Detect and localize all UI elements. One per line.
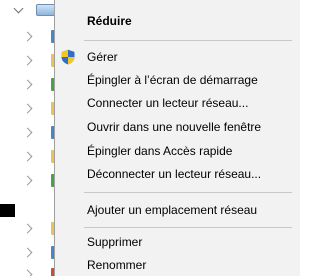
menu-item-open-new-window[interactable]: Ouvrir dans une nouvelle fenêtre	[55, 116, 300, 138]
chevron-right-icon[interactable]	[22, 223, 33, 234]
menu-separator	[84, 227, 292, 228]
menu-item-label: Supprimer	[87, 235, 143, 249]
menu-item-label: Renommer	[87, 258, 147, 272]
chevron-right-icon[interactable]	[22, 103, 33, 114]
occluding-block	[0, 204, 15, 217]
menu-item-collapse[interactable]: Réduire	[55, 10, 300, 32]
tree-row[interactable]	[0, 242, 55, 266]
menu-item-label: Déconnecter un lecteur réseau...	[87, 167, 262, 181]
chevron-right-icon[interactable]	[22, 247, 33, 258]
menu-item-label: Épingler dans Accès rapide	[87, 144, 233, 158]
menu-item-manage[interactable]: Gérer	[55, 46, 300, 68]
chevron-right-icon[interactable]	[22, 79, 33, 90]
tree-row[interactable]	[0, 50, 55, 74]
tree-row[interactable]	[0, 122, 55, 146]
chevron-down-icon[interactable]	[13, 3, 24, 14]
menu-item-label: Connecter un lecteur réseau...	[87, 96, 249, 110]
chevron-right-icon[interactable]	[22, 151, 33, 162]
menu-item-pin-quick-access[interactable]: Épingler dans Accès rapide	[55, 140, 300, 162]
menu-item-label: Gérer	[87, 50, 118, 64]
navigation-tree-pane	[0, 0, 56, 276]
tree-row[interactable]	[0, 146, 55, 170]
menu-item-add-network-location[interactable]: Ajouter un emplacement réseau	[55, 199, 300, 221]
tree-row-expanded[interactable]	[0, 0, 56, 24]
chevron-right-icon[interactable]	[22, 175, 33, 186]
tree-row[interactable]	[0, 218, 55, 242]
context-menu: Réduire Gérer Épingler à l’écran de déma…	[54, 0, 300, 276]
menu-item-disconnect-network-drive[interactable]: Déconnecter un lecteur réseau...	[55, 163, 300, 185]
chevron-right-icon[interactable]	[22, 269, 33, 276]
menu-item-label: Ouvrir dans une nouvelle fenêtre	[87, 120, 262, 134]
tree-row[interactable]	[0, 26, 55, 50]
menu-separator	[84, 40, 292, 41]
menu-item-pin-to-start[interactable]: Épingler à l’écran de démarrage	[55, 69, 300, 91]
computer-icon	[36, 4, 56, 16]
menu-item-label: Ajouter un emplacement réseau	[87, 203, 258, 217]
screenshot-stage: Réduire Gérer Épingler à l’écran de déma…	[0, 0, 300, 276]
tree-row[interactable]	[0, 264, 55, 276]
tree-row[interactable]	[0, 170, 55, 194]
menu-separator	[84, 192, 292, 193]
chevron-right-icon[interactable]	[22, 55, 33, 66]
menu-item-delete[interactable]: Supprimer	[55, 231, 300, 253]
tree-row[interactable]	[0, 98, 55, 122]
menu-item-rename[interactable]: Renommer	[55, 254, 300, 276]
chevron-right-icon[interactable]	[22, 127, 33, 138]
chevron-right-icon[interactable]	[22, 31, 33, 42]
menu-item-label: Épingler à l’écran de démarrage	[87, 73, 258, 87]
tree-row[interactable]	[0, 74, 55, 98]
menu-item-map-network-drive[interactable]: Connecter un lecteur réseau...	[55, 92, 300, 114]
menu-item-label: Réduire	[87, 14, 132, 28]
uac-shield-icon	[61, 49, 75, 65]
